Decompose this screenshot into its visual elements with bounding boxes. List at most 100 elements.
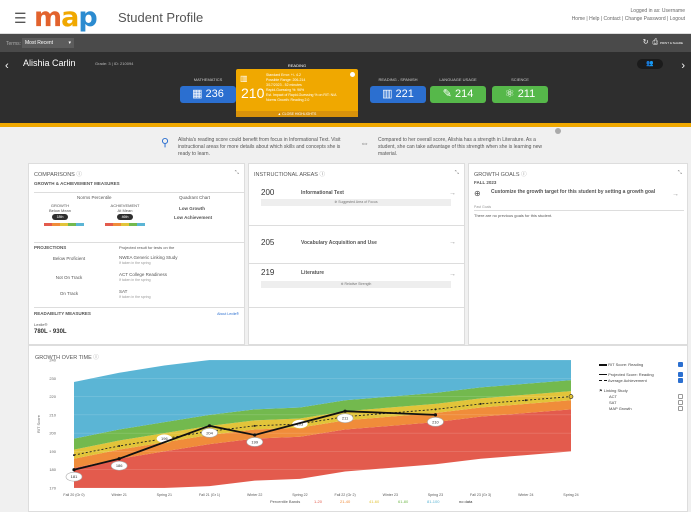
compare-arrows-icon: ⇔ [360, 138, 369, 148]
divider [34, 192, 244, 193]
focus-insight: Alishia's reading score could benefit fr… [178, 137, 341, 157]
chevron-right-icon[interactable]: → [672, 191, 679, 198]
growth-ach-subtitle: GROWTH & ACHIEVEMENT MEASURES [34, 181, 120, 186]
checkbox-icon[interactable] [678, 406, 683, 411]
score-box: ✎ 214 [430, 86, 486, 103]
lexile-range: 780L - 930L [34, 329, 67, 335]
projection-status: Below Proficient [52, 256, 86, 261]
checkbox-icon[interactable] [678, 372, 683, 377]
average-point [479, 402, 482, 405]
average-point [524, 399, 527, 402]
percentile-band-label: 61-80 [398, 499, 409, 504]
projections-note: Projected result for tests on the [119, 245, 175, 250]
subject-reading-spanish[interactable]: READING - SPANISH ▥ 221 [364, 77, 432, 103]
page-title: Student Profile [118, 10, 204, 25]
area-name: Vocabulary Acquisition and Use [301, 240, 377, 246]
y-tick-label: 240 [49, 358, 56, 363]
info-icon[interactable] [555, 128, 561, 134]
detail-line: Norms Growth: Reading 2.0 [266, 98, 310, 102]
rit-data-label: 204 [206, 430, 213, 435]
area-note-text: Suggested Area of Focus [338, 200, 378, 204]
subject-name: LANGUAGE USAGE [439, 77, 477, 82]
print-label[interactable]: PRINT & SHARE [660, 41, 683, 45]
checkbox-icon[interactable] [678, 362, 683, 367]
area-item[interactable]: 200 Informational Text → ✲ Suggested Are… [249, 182, 464, 226]
header-links[interactable]: Home | Help | Contact | Change Password … [572, 15, 685, 23]
book-icon: ▥ [382, 88, 393, 100]
account-area: Logged in as: Username Home | Help | Con… [572, 7, 685, 23]
checkbox-icon[interactable] [678, 378, 683, 383]
chevron-down-icon: ▾ [68, 40, 71, 46]
projection-sub: If taken in the spring [119, 295, 151, 299]
instructional-title: INSTRUCTIONAL AREAS ⓘ ⤡ [249, 164, 464, 181]
info-icon[interactable]: ⓘ [320, 172, 326, 178]
chart-legend: RIT Score: Reading Projected Score: Read… [599, 362, 683, 412]
expand-icon[interactable]: ⤡ [235, 170, 239, 177]
legend-label: Linking Study [603, 388, 628, 393]
y-tick-label: 200 [49, 431, 56, 436]
dashed-swatch-icon [599, 380, 607, 382]
goals-title: GROWTH GOALS ⓘ ⤡ [469, 164, 687, 181]
average-point [253, 424, 256, 427]
about-lexile-link[interactable]: About Lexile® [217, 312, 239, 316]
expand-icon[interactable]: ⤡ [455, 170, 459, 177]
percentile-bands-label: Percentile Bands [270, 499, 301, 504]
next-student-icon[interactable]: › [681, 60, 685, 72]
terms-select[interactable]: Most Recent ▾ [22, 38, 74, 48]
y-tick-label: 190 [49, 449, 56, 454]
projection-test: ACT College Readiness [119, 272, 167, 277]
checkbox-icon[interactable] [678, 400, 683, 405]
refresh-icon[interactable]: ↻ [643, 39, 649, 46]
rit-data-label: 210 [432, 419, 439, 424]
subject-science[interactable]: SCIENCE ⚛ 211 [486, 77, 554, 103]
prev-student-icon[interactable]: ‹ [5, 60, 9, 72]
achievement-level: At Mean [117, 208, 133, 213]
area-score: 219 [261, 268, 275, 277]
legend-label: ACT [609, 394, 617, 399]
projection-status: On Track [59, 291, 79, 296]
subject-language-usage[interactable]: LANGUAGE USAGE ✎ 214 [424, 77, 492, 103]
legend-label: Average Achievement [607, 378, 647, 383]
area-score: 205 [261, 238, 275, 247]
quadrant-header: Quadrant Chart [179, 195, 211, 200]
info-icon[interactable]: ⓘ [521, 172, 527, 178]
reading-card[interactable]: ▥ 210 Standard Error: +/- 4.2 Possible R… [236, 69, 358, 117]
flag-icon: ⚑ [599, 388, 603, 393]
rit-data-label: 181 [71, 474, 78, 479]
roster-toggle[interactable]: 👥 [637, 59, 663, 69]
menu-icon[interactable]: ☰ [14, 10, 27, 27]
info-badge-icon[interactable] [350, 72, 355, 77]
checkbox-icon[interactable] [678, 394, 683, 399]
x-tick-label: Winter 23 [383, 493, 398, 497]
goal-prompt[interactable]: Customize the growth target for this stu… [491, 189, 661, 195]
expand-icon[interactable]: ⤡ [678, 170, 682, 177]
reading-details: Standard Error: +/- 4.2 Possible Range: … [266, 73, 336, 103]
area-item[interactable]: 219 Literature → ✲ Relative Strength [249, 264, 464, 308]
area-note: ✲ Suggested Area of Focus [261, 199, 451, 206]
print-icon[interactable]: ⎙ [652, 39, 658, 46]
y-tick-label: 210 [49, 412, 56, 417]
score-box: ▦ 236 [180, 86, 236, 103]
legend-label: Projected Score: Reading [608, 372, 654, 377]
insights-bar: ⚲ Alishia's reading score could benefit … [0, 127, 691, 161]
quadrant-achievement: Low Achievement [174, 215, 213, 220]
area-item[interactable]: 205 Vocabulary Acquisition and Use → [249, 226, 464, 264]
y-tick-label: 170 [49, 486, 56, 491]
subject-mathematics[interactable]: MATHEMATICS ▦ 236 [174, 77, 242, 103]
area-name: Informational Text [301, 190, 344, 196]
chevron-right-icon: → [449, 239, 456, 246]
projected-score-point [568, 394, 574, 399]
x-tick-label: Spring 21 [157, 493, 172, 497]
info-icon[interactable]: ⓘ [76, 172, 82, 178]
instructional-title-text: INSTRUCTIONAL AREAS [254, 172, 318, 178]
y-axis-label: RIT Score [36, 414, 41, 433]
close-highlights-button[interactable]: ▲ CLOSE HIGHLIGHTS [236, 111, 358, 117]
terms-label: Terms: [6, 41, 21, 47]
map-logo[interactable]: map [34, 4, 98, 31]
goal-term: FALL 2023 [474, 180, 497, 185]
book-icon: ▥ [240, 74, 248, 83]
subject-name: MATHEMATICS [193, 77, 223, 82]
x-tick-label: Spring 22 [292, 493, 307, 497]
rit-point [253, 433, 257, 437]
growth-band-bar [44, 223, 84, 226]
